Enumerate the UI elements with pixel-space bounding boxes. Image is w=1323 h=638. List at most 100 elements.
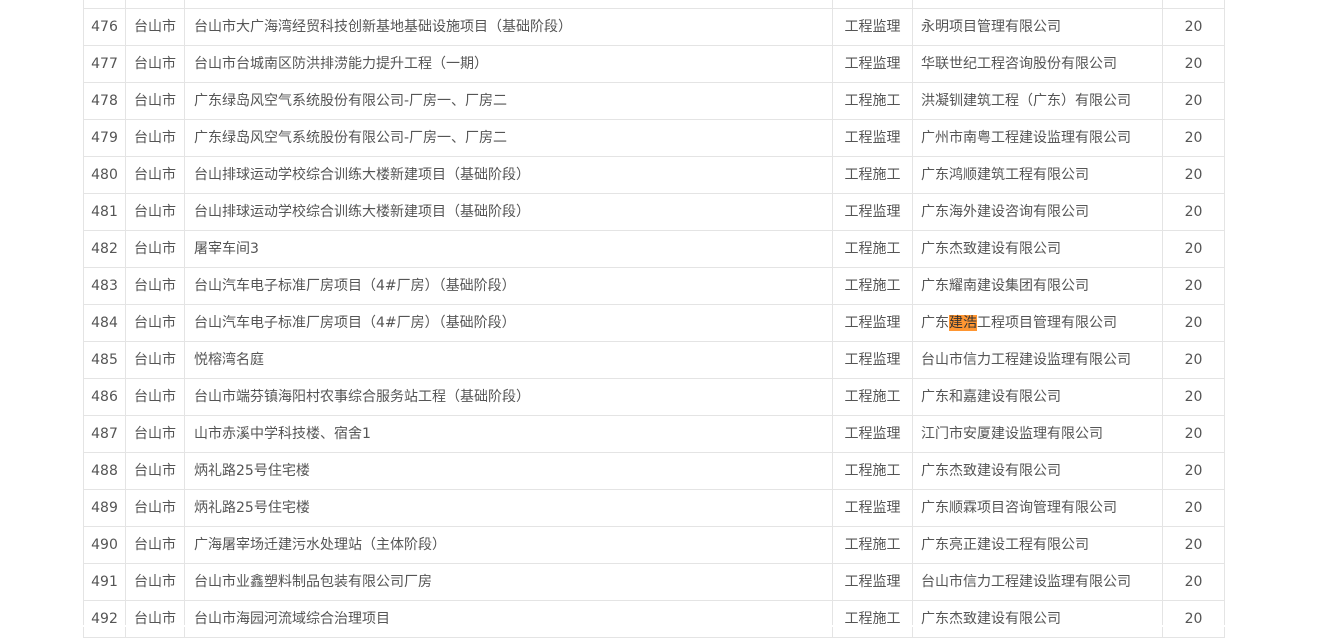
row-number-cell: 486 xyxy=(83,378,126,416)
score-cell: 20 xyxy=(1162,8,1225,46)
project-name-cell: 广东绿岛风空气系统股份有限公司-厂房一、厂房二 xyxy=(184,82,833,120)
work-type-cell: 工程施工 xyxy=(832,156,913,194)
row-number-cell: 477 xyxy=(83,45,126,83)
table-row: 478 台山市 广东绿岛风空气系统股份有限公司-厂房一、厂房二 工程施工 洪凝钏建筑工程… xyxy=(83,82,1225,120)
results-table-container: 476 台山市 台山市大广海湾经贸科技创新基地基础设施项目（基础阶段） 工程监理 永明项… xyxy=(83,0,1225,638)
company-cell: 广东杰致建设有限公司 xyxy=(912,600,1163,638)
table-row: 490 台山市 广海屠宰场迁建污水处理站（主体阶段） 工程施工 广东亮正建设工程有限公司… xyxy=(83,526,1225,564)
project-name-cell: 台山市台城南区防洪排涝能力提升工程（一期） xyxy=(184,45,833,83)
city-cell: 台山市 xyxy=(125,378,185,416)
row-number-cell: 484 xyxy=(83,304,126,342)
city-cell xyxy=(125,0,185,9)
score-cell: 20 xyxy=(1162,415,1225,453)
row-number-cell: 488 xyxy=(83,452,126,490)
table-row: 489 台山市 炳礼路25号住宅楼 工程监理 广东顺霖项目咨询管理有限公司 20 xyxy=(83,489,1225,527)
project-name-cell: 台山市海园河流域综合治理项目 xyxy=(184,600,833,638)
company-cell: 广东杰致建设有限公司 xyxy=(912,452,1163,490)
score-cell: 20 xyxy=(1162,45,1225,83)
table-row: 480 台山市 台山排球运动学校综合训练大楼新建项目（基础阶段） 工程施工 广东鸿顺建筑… xyxy=(83,156,1225,194)
company-cell: 广东海外建设咨询有限公司 xyxy=(912,193,1163,231)
row-number-cell: 480 xyxy=(83,156,126,194)
company-cell: 广东和嘉建设有限公司 xyxy=(912,378,1163,416)
project-name-cell: 台山汽车电子标准厂房项目（4#厂房）（基础阶段） xyxy=(184,267,833,305)
company-cell: 广东亮正建设工程有限公司 xyxy=(912,526,1163,564)
project-name-cell: 台山排球运动学校综合训练大楼新建项目（基础阶段） xyxy=(184,193,833,231)
city-cell: 台山市 xyxy=(125,82,185,120)
project-name-cell: 悦榕湾名庭 xyxy=(184,341,833,379)
work-type-cell: 工程施工 xyxy=(832,600,913,638)
company-text-prefix: 广东 xyxy=(921,315,949,331)
work-type-cell: 工程施工 xyxy=(832,82,913,120)
row-number-cell: 489 xyxy=(83,489,126,527)
company-cell: 江门市安厦建设监理有限公司 xyxy=(912,415,1163,453)
row-number-cell: 482 xyxy=(83,230,126,268)
city-cell: 台山市 xyxy=(125,526,185,564)
score-cell: 20 xyxy=(1162,82,1225,120)
table-row xyxy=(83,0,1225,9)
city-cell: 台山市 xyxy=(125,341,185,379)
city-cell: 台山市 xyxy=(125,415,185,453)
city-cell: 台山市 xyxy=(125,156,185,194)
project-name-cell: 台山汽车电子标准厂房项目（4#厂房）（基础阶段） xyxy=(184,304,833,342)
row-number-cell: 481 xyxy=(83,193,126,231)
project-name-cell: 炳礼路25号住宅楼 xyxy=(184,489,833,527)
city-cell: 台山市 xyxy=(125,8,185,46)
work-type-cell: 工程监理 xyxy=(832,489,913,527)
company-cell: 台山市信力工程建设监理有限公司 xyxy=(912,563,1163,601)
company-text-suffix: 工程项目管理有限公司 xyxy=(977,315,1117,331)
row-number-cell: 485 xyxy=(83,341,126,379)
table-row: 477 台山市 台山市台城南区防洪排涝能力提升工程（一期） 工程监理 华联世纪工程咨询股… xyxy=(83,45,1225,83)
city-cell: 台山市 xyxy=(125,45,185,83)
work-type-cell: 工程监理 xyxy=(832,304,913,342)
score-cell: 20 xyxy=(1162,378,1225,416)
work-type-cell: 工程施工 xyxy=(832,230,913,268)
table-row: 479 台山市 广东绿岛风空气系统股份有限公司-厂房一、厂房二 工程监理 广州市南粤工程… xyxy=(83,119,1225,157)
table-row: 482 台山市 屠宰车间3 工程施工 广东杰致建设有限公司 20 xyxy=(83,230,1225,268)
score-cell: 20 xyxy=(1162,193,1225,231)
row-number-cell: 491 xyxy=(83,563,126,601)
table-row: 491 台山市 台山市业鑫塑料制品包装有限公司厂房 工程监理 台山市信力工程建设监理有限… xyxy=(83,563,1225,601)
score-cell: 20 xyxy=(1162,304,1225,342)
work-type-cell xyxy=(832,0,913,9)
work-type-cell: 工程监理 xyxy=(832,45,913,83)
results-table-body: 476 台山市 台山市大广海湾经贸科技创新基地基础设施项目（基础阶段） 工程监理 永明项… xyxy=(83,0,1225,638)
city-cell: 台山市 xyxy=(125,304,185,342)
row-number-cell: 492 xyxy=(83,600,126,638)
work-type-cell: 工程监理 xyxy=(832,341,913,379)
work-type-cell: 工程监理 xyxy=(832,119,913,157)
city-cell: 台山市 xyxy=(125,230,185,268)
company-cell: 台山市信力工程建设监理有限公司 xyxy=(912,341,1163,379)
score-cell: 20 xyxy=(1162,341,1225,379)
city-cell: 台山市 xyxy=(125,193,185,231)
project-name-cell xyxy=(184,0,833,9)
score-cell: 20 xyxy=(1162,230,1225,268)
project-name-cell: 台山市端芬镇海阳村农事综合服务站工程（基础阶段） xyxy=(184,378,833,416)
work-type-cell: 工程施工 xyxy=(832,452,913,490)
company-cell: 广东顺霖项目咨询管理有限公司 xyxy=(912,489,1163,527)
table-row: 487 台山市 山市赤溪中学科技楼、宿舍1 工程监理 江门市安厦建设监理有限公司 20 xyxy=(83,415,1225,453)
table-row: 488 台山市 炳礼路25号住宅楼 工程施工 广东杰致建设有限公司 20 xyxy=(83,452,1225,490)
work-type-cell: 工程施工 xyxy=(832,378,913,416)
table-row: 476 台山市 台山市大广海湾经贸科技创新基地基础设施项目（基础阶段） 工程监理 永明项… xyxy=(83,8,1225,46)
city-cell: 台山市 xyxy=(125,119,185,157)
table-row: 483 台山市 台山汽车电子标准厂房项目（4#厂房）（基础阶段） 工程施工 广东耀南建设… xyxy=(83,267,1225,305)
project-name-cell: 山市赤溪中学科技楼、宿舍1 xyxy=(184,415,833,453)
work-type-cell: 工程监理 xyxy=(832,8,913,46)
city-cell: 台山市 xyxy=(125,600,185,638)
work-type-cell: 工程施工 xyxy=(832,526,913,564)
work-type-cell: 工程监理 xyxy=(832,415,913,453)
company-cell: 洪凝钏建筑工程（广东）有限公司 xyxy=(912,82,1163,120)
score-cell: 20 xyxy=(1162,600,1225,638)
city-cell: 台山市 xyxy=(125,563,185,601)
company-cell: 广东鸿顺建筑工程有限公司 xyxy=(912,156,1163,194)
project-name-cell: 广海屠宰场迁建污水处理站（主体阶段） xyxy=(184,526,833,564)
work-type-cell: 工程监理 xyxy=(832,193,913,231)
project-name-cell: 台山排球运动学校综合训练大楼新建项目（基础阶段） xyxy=(184,156,833,194)
city-cell: 台山市 xyxy=(125,267,185,305)
company-cell: 广东杰致建设有限公司 xyxy=(912,230,1163,268)
score-cell: 20 xyxy=(1162,267,1225,305)
table-row: 486 台山市 台山市端芬镇海阳村农事综合服务站工程（基础阶段） 工程施工 广东和嘉建设… xyxy=(83,378,1225,416)
score-cell: 20 xyxy=(1162,563,1225,601)
work-type-cell: 工程监理 xyxy=(832,563,913,601)
city-cell: 台山市 xyxy=(125,452,185,490)
